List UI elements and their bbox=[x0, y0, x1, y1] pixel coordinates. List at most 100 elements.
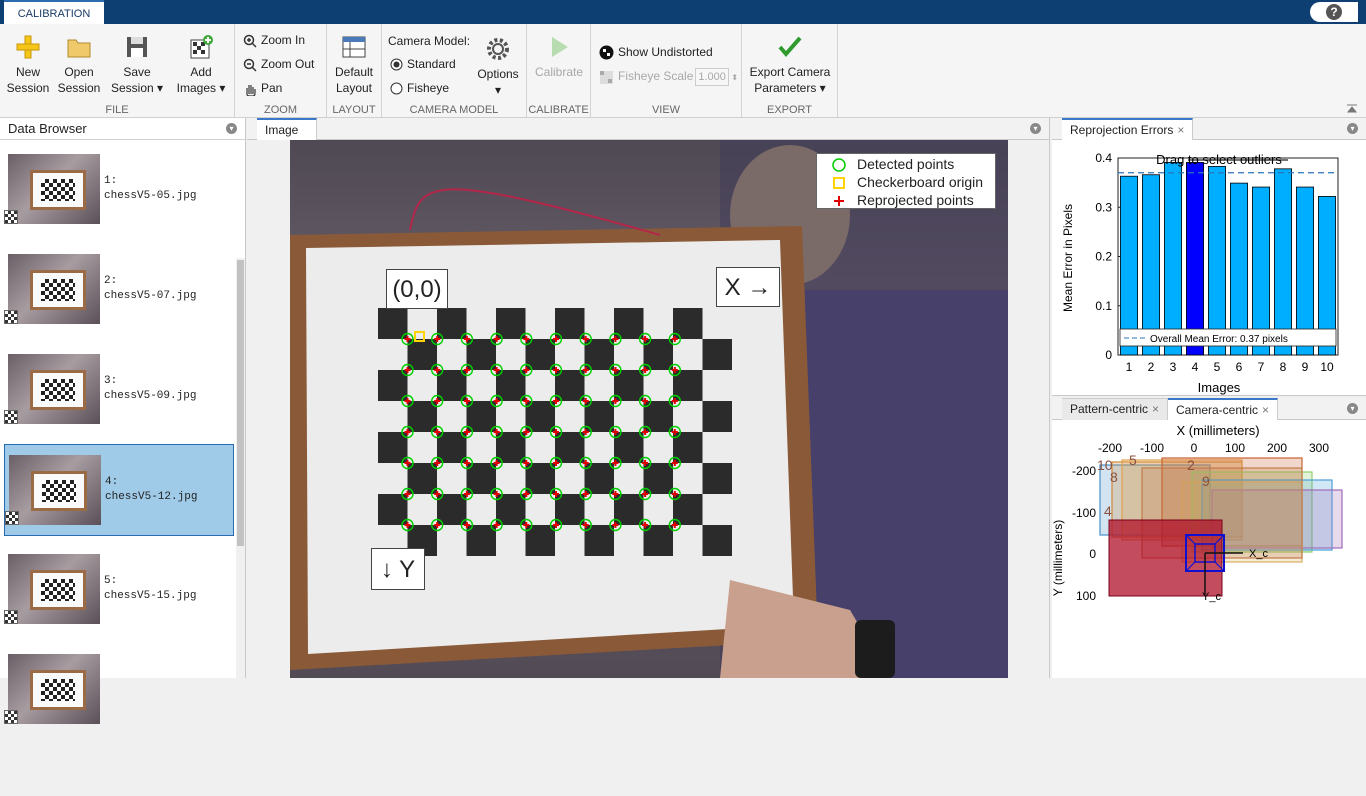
image-legend: Detected points Checkerboard origin Repr… bbox=[816, 153, 996, 209]
y-tick-label: 0 bbox=[1105, 348, 1112, 362]
layout-group: Default Layout LAYOUT bbox=[327, 24, 382, 118]
y-tick-label: 0.2 bbox=[1095, 250, 1112, 264]
fisheye-scale-icon bbox=[600, 70, 613, 84]
x-direction-label: X → bbox=[716, 267, 780, 307]
ext-x-tick-label: 100 bbox=[1225, 441, 1245, 455]
x-tick-label: 3 bbox=[1170, 360, 1177, 374]
calibration-image[interactable]: (0,0) X → ↓ Y Detected points Checkerboa… bbox=[290, 140, 1008, 678]
export-group: Export Camera Parameters ▾ EXPORT bbox=[742, 24, 838, 118]
image-thumbnail-item[interactable]: 4: chessV5-12.jpg bbox=[4, 444, 234, 536]
fisheye-scale-control[interactable]: Fisheye Scale 1.000 ⬍ bbox=[599, 68, 738, 86]
collapse-ribbon-icon[interactable] bbox=[1346, 103, 1358, 113]
export-camera-parameters-button[interactable]: Export Camera Parameters ▾ bbox=[744, 34, 836, 96]
calibrate-button[interactable]: Calibrate bbox=[531, 34, 587, 80]
open-session-button[interactable]: Open Session bbox=[55, 34, 103, 96]
save-session-button[interactable]: Save Session ▾ bbox=[108, 34, 166, 96]
image-thumbnail-item[interactable]: 2: chessV5-07.jpg bbox=[4, 244, 234, 336]
tab-image[interactable]: Image bbox=[257, 118, 317, 140]
y-tick-label: 0.3 bbox=[1095, 200, 1112, 214]
error-bar[interactable] bbox=[1164, 162, 1182, 356]
zoom-group: Zoom In Zoom Out Pan ZOOM bbox=[235, 24, 327, 118]
thumbnail-checkerboard bbox=[30, 670, 86, 710]
checker-square bbox=[378, 308, 408, 339]
x-tick-label: 9 bbox=[1302, 360, 1309, 374]
panel-menu-icon[interactable]: ▾ bbox=[226, 123, 237, 134]
camera-model-group: Camera Model: Standard Fisheye Options ▾… bbox=[382, 24, 527, 118]
help-button[interactable]: ? bbox=[1310, 2, 1358, 22]
checkerboard-badge-icon bbox=[4, 310, 18, 324]
fisheye-scale-field[interactable]: 1.000 bbox=[695, 68, 730, 86]
checker-square bbox=[702, 525, 732, 556]
plane-number: 9 bbox=[1202, 473, 1210, 489]
image-thumbnail-item[interactable]: 3: chessV5-09.jpg bbox=[4, 344, 234, 436]
image-thumbnail-item[interactable] bbox=[4, 644, 234, 736]
close-tab-icon[interactable]: × bbox=[1152, 402, 1159, 416]
panel-menu-icon[interactable]: ▾ bbox=[1030, 123, 1041, 134]
x-tick-label: 5 bbox=[1214, 360, 1221, 374]
calibrate-group-label: CALIBRATE bbox=[528, 104, 589, 116]
checker-square bbox=[437, 308, 467, 339]
error-bar[interactable] bbox=[1208, 165, 1226, 356]
panel-menu-icon[interactable]: ▾ bbox=[1347, 403, 1358, 414]
data-browser-panel: Data Browser ▾ 1: chessV5-05.jpg 2: chessV… bbox=[0, 118, 246, 796]
y-tick-label: 0.4 bbox=[1095, 151, 1112, 165]
save-icon bbox=[127, 37, 147, 57]
options-button[interactable]: Options ▾ bbox=[474, 36, 522, 98]
scrollbar-thumb[interactable] bbox=[237, 260, 244, 546]
tab-reprojection-errors[interactable]: Reprojection Errors × bbox=[1062, 118, 1194, 140]
zoom-out-button[interactable]: Zoom Out bbox=[243, 56, 314, 72]
new-session-label-1: New bbox=[15, 65, 40, 79]
show-undistorted-button[interactable]: Show Undistorted bbox=[599, 44, 713, 60]
error-bar[interactable] bbox=[1142, 174, 1160, 356]
new-session-button[interactable]: New Session bbox=[4, 34, 52, 96]
reprojection-tabs: Reprojection Errors × ▾ bbox=[1052, 118, 1366, 140]
zoom-in-button[interactable]: Zoom In bbox=[243, 32, 305, 48]
legend-detected: Detected points bbox=[817, 155, 995, 173]
close-tab-icon[interactable]: × bbox=[1177, 123, 1184, 137]
zoom-group-label: ZOOM bbox=[264, 104, 297, 116]
default-layout-button[interactable]: Default Layout bbox=[329, 34, 379, 96]
default-layout-label-1: Default bbox=[334, 65, 374, 79]
extrinsics-plot[interactable]: X (millimeters) Y (millimeters) -200 -100… bbox=[1052, 420, 1366, 676]
checker-square bbox=[378, 370, 408, 401]
file-group: New Session Open Session Save Session ▾ … bbox=[0, 24, 235, 118]
reprojection-chart[interactable]: Mean Error in Pixels Images 0 0.1 0.2 0.3 0.… bbox=[1052, 140, 1366, 396]
close-tab-icon[interactable]: × bbox=[1262, 403, 1269, 417]
layout-icon bbox=[342, 36, 366, 58]
error-bar[interactable] bbox=[1274, 168, 1292, 356]
gear-icon bbox=[487, 38, 509, 60]
panel-menu-icon[interactable]: ▾ bbox=[1347, 123, 1358, 134]
error-bar[interactable] bbox=[1186, 162, 1204, 356]
scrollbar[interactable] bbox=[236, 258, 245, 796]
add-images-icon bbox=[190, 35, 213, 59]
tab-pattern-centric[interactable]: Pattern-centric × bbox=[1062, 398, 1169, 420]
tab-calibration[interactable]: CALIBRATION bbox=[4, 0, 104, 24]
data-browser-title: Data Browser bbox=[8, 121, 87, 136]
thumbnail-label: 2: chessV5-07.jpg bbox=[104, 275, 197, 302]
view-group: Show Undistorted Fisheye Scale 1.000 ⬍ VIE… bbox=[591, 24, 742, 118]
image-thumbnail-item[interactable]: 1: chessV5-05.jpg bbox=[4, 144, 234, 236]
checkerboard-circle-icon bbox=[599, 45, 614, 60]
checkerboard-badge-icon bbox=[4, 710, 18, 724]
radio-selected-icon bbox=[390, 58, 403, 71]
tab-camera-centric[interactable]: Camera-centric × bbox=[1168, 398, 1279, 420]
add-images-button[interactable]: Add Images ▾ bbox=[172, 34, 230, 96]
thumbnail-image bbox=[8, 254, 100, 324]
new-session-icon bbox=[16, 35, 40, 59]
plane-number: 2 bbox=[1187, 457, 1195, 473]
checker-square bbox=[702, 463, 732, 494]
image-thumbnail-item[interactable]: 5: chessV5-15.jpg bbox=[4, 544, 234, 636]
checker-square bbox=[407, 401, 437, 432]
checkerboard-badge-icon bbox=[4, 210, 18, 224]
origin-label: (0,0) bbox=[386, 269, 448, 309]
extrinsics-tabs: Pattern-centric × Camera-centric × ▾ bbox=[1052, 398, 1366, 420]
folder-icon bbox=[67, 39, 91, 58]
standard-radio[interactable]: Standard bbox=[390, 56, 456, 72]
checker-square bbox=[437, 432, 467, 463]
open-session-label-2: Session bbox=[57, 81, 101, 95]
export-label-1: Export Camera bbox=[749, 65, 831, 79]
error-bar[interactable] bbox=[1120, 175, 1138, 356]
fisheye-radio[interactable]: Fisheye bbox=[390, 80, 449, 96]
fisheye-scale-spinner[interactable]: ⬍ bbox=[731, 73, 738, 82]
pan-button[interactable]: Pan bbox=[243, 80, 282, 97]
